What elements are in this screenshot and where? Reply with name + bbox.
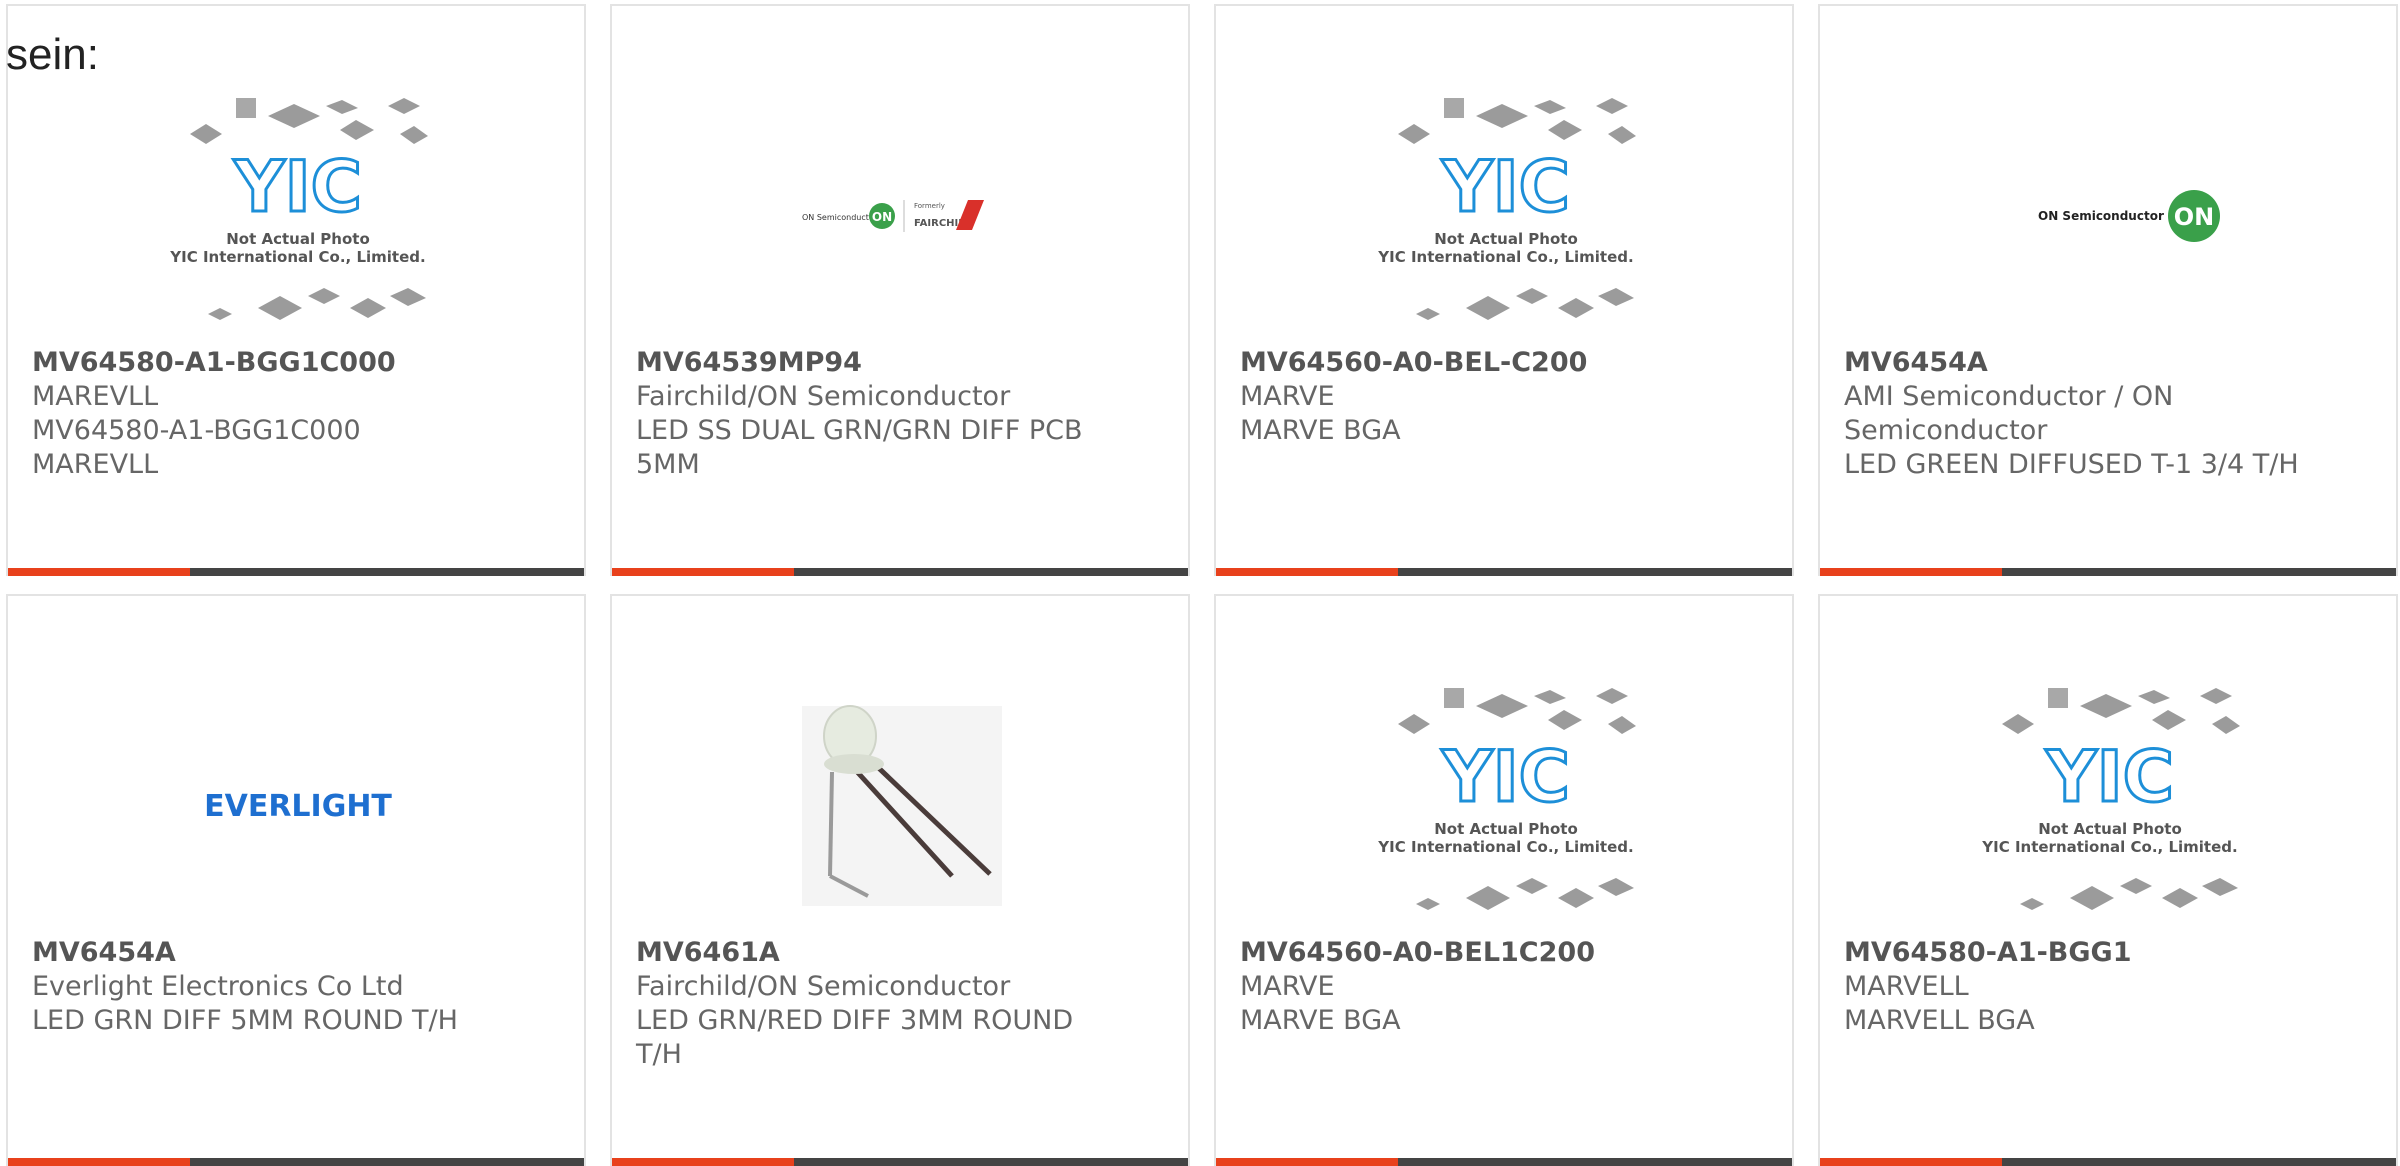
part-number-link[interactable]: MV64580-A1-BGG1 [1844, 936, 2304, 970]
yic-placeholder-image: YIC Not Actual Photo YIC International C… [1376, 86, 1636, 346]
manufacturer: MARVE [1240, 971, 1335, 1002]
yic-placeholder-image: YIC Not Actual Photo YIC International C… [1980, 676, 2240, 936]
part-number-link[interactable]: MV64539MP94 [636, 346, 1096, 380]
part-number-link[interactable]: MV64580-A1-BGG1C000 [32, 346, 492, 380]
svg-text:Formerly: Formerly [914, 202, 945, 210]
svg-text:YIC: YIC [1441, 146, 1570, 228]
card-bar [1820, 568, 2396, 576]
chip-placeholder-icon: YIC Not Actual Photo YIC International C… [1377, 688, 1636, 910]
card-bar-accent [612, 568, 794, 576]
svg-text:ON Semiconductor: ON Semiconductor [2038, 209, 2164, 223]
card-bar [8, 568, 584, 576]
chip-placeholder-icon: YIC Not Actual Photo YIC International C… [169, 98, 428, 320]
manufacturer: MARVE [1240, 381, 1335, 412]
svg-text:Not Actual Photo: Not Actual Photo [2038, 820, 2182, 838]
manufacturer: Fairchild/ON Semiconductor [636, 381, 1011, 412]
svg-text:YIC: YIC [1441, 736, 1570, 818]
card-text: MV64580-A1-BGG1C000 MAREVLL MV64580-A1-B… [32, 346, 492, 482]
description: MARVE BGA [1240, 1005, 1401, 1036]
svg-text:YIC: YIC [233, 146, 362, 228]
on-semiconductor-logo-image: ON Semiconductor ON [1980, 86, 2240, 346]
card-text: MV6454A Everlight Electronics Co Ltd LED… [32, 936, 492, 1038]
svg-text:Not Actual Photo: Not Actual Photo [226, 230, 370, 248]
everlight-logo-icon: EVERLIGHT [204, 789, 392, 824]
fairchild-on-logo-icon: ON Semiconductor ON Formerly FAIRCHILD [802, 200, 984, 232]
product-card[interactable]: YIC Not Actual Photo YIC International C… [1214, 4, 1794, 576]
svg-text:ON: ON [2174, 203, 2215, 231]
product-grid: YIC Not Actual Photo YIC International C… [6, 4, 2400, 1166]
card-bar [8, 1158, 584, 1166]
svg-text:EVERLIGHT: EVERLIGHT [204, 789, 392, 824]
product-card[interactable]: YIC Not Actual Photo YIC International C… [6, 4, 586, 576]
svg-text:Not Actual Photo: Not Actual Photo [1434, 230, 1578, 248]
card-bar [1216, 568, 1792, 576]
description: MV64580-A1-BGG1C000 MAREVLL [32, 415, 361, 480]
svg-text:YIC International Co., Limited: YIC International Co., Limited. [1377, 248, 1633, 266]
led-photo-image [772, 676, 1032, 936]
on-semiconductor-logo-icon: ON Semiconductor ON [2038, 190, 2220, 242]
svg-text:ON Semiconductor: ON Semiconductor [802, 213, 878, 222]
card-bar-accent [1820, 1158, 2002, 1166]
svg-text:YIC International Co., Limited: YIC International Co., Limited. [169, 248, 425, 266]
part-number-link[interactable]: MV6454A [1844, 346, 2304, 380]
product-card[interactable]: YIC Not Actual Photo YIC International C… [1818, 594, 2398, 1166]
card-bar [612, 1158, 1188, 1166]
manufacturer: MARVELL [1844, 971, 1969, 1002]
product-card[interactable]: MV6461A Fairchild/ON Semiconductor LED G… [610, 594, 1190, 1166]
card-bar [1820, 1158, 2396, 1166]
svg-text:YIC International Co., Limited: YIC International Co., Limited. [1377, 838, 1633, 856]
card-text: MV64539MP94 Fairchild/ON Semiconductor L… [636, 346, 1096, 482]
card-bar-accent [1216, 1158, 1398, 1166]
product-card[interactable]: EVERLIGHT MV6454A Everlight Electronics … [6, 594, 586, 1166]
intro-text: sein: [6, 30, 99, 79]
chip-placeholder-icon: YIC Not Actual Photo YIC International C… [1981, 688, 2240, 910]
everlight-logo-image: EVERLIGHT [168, 676, 428, 936]
fairchild-on-logo-image: ON Semiconductor ON Formerly FAIRCHILD [772, 86, 1032, 346]
card-bar [612, 568, 1188, 576]
manufacturer: Everlight Electronics Co Ltd [32, 971, 404, 1002]
part-number-link[interactable]: MV6461A [636, 936, 1096, 970]
led-icon [802, 705, 1002, 906]
description: MARVELL BGA [1844, 1005, 2035, 1036]
svg-text:Not Actual Photo: Not Actual Photo [1434, 820, 1578, 838]
card-text: MV64560-A0-BEL-C200 MARVE MARVE BGA [1240, 346, 1700, 448]
chip-placeholder-icon: YIC Not Actual Photo YIC International C… [1377, 98, 1636, 320]
card-bar [1216, 1158, 1792, 1166]
part-number-link[interactable]: MV64560-A0-BEL-C200 [1240, 346, 1700, 380]
description: LED SS DUAL GRN/GRN DIFF PCB 5MM [636, 415, 1083, 480]
svg-text:ON: ON [872, 210, 892, 224]
manufacturer: MAREVLL [32, 381, 159, 412]
card-text: MV64580-A1-BGG1 MARVELL MARVELL BGA [1844, 936, 2304, 1038]
description: LED GRN DIFF 5MM ROUND T/H [32, 1005, 458, 1036]
svg-text:YIC: YIC [2045, 736, 2174, 818]
part-number-link[interactable]: MV6454A [32, 936, 492, 970]
product-card[interactable]: YIC Not Actual Photo YIC International C… [1214, 594, 1794, 1166]
manufacturer: Fairchild/ON Semiconductor [636, 971, 1011, 1002]
card-text: MV64560-A0-BEL1C200 MARVE MARVE BGA [1240, 936, 1700, 1038]
part-number-link[interactable]: MV64560-A0-BEL1C200 [1240, 936, 1700, 970]
card-bar-accent [1216, 568, 1398, 576]
card-bar-accent [8, 568, 190, 576]
product-card[interactable]: ON Semiconductor ON Formerly FAIRCHILD M… [610, 4, 1190, 576]
card-text: MV6461A Fairchild/ON Semiconductor LED G… [636, 936, 1096, 1072]
description: LED GREEN DIFFUSED T-1 3/4 T/H [1844, 449, 2299, 480]
card-bar-accent [612, 1158, 794, 1166]
card-bar-accent [8, 1158, 190, 1166]
svg-text:YIC International Co., Limited: YIC International Co., Limited. [1981, 838, 2237, 856]
product-card[interactable]: ON Semiconductor ON MV6454A AMI Semicond… [1818, 4, 2398, 576]
yic-placeholder-image: YIC Not Actual Photo YIC International C… [1376, 676, 1636, 936]
yic-placeholder-image: YIC Not Actual Photo YIC International C… [168, 86, 428, 346]
description: MARVE BGA [1240, 415, 1401, 446]
card-bar-accent [1820, 568, 2002, 576]
card-text: MV6454A AMI Semiconductor / ON Semicondu… [1844, 346, 2304, 482]
description: LED GRN/RED DIFF 3MM ROUND T/H [636, 1005, 1074, 1070]
manufacturer: AMI Semiconductor / ON Semiconductor [1844, 381, 2174, 446]
